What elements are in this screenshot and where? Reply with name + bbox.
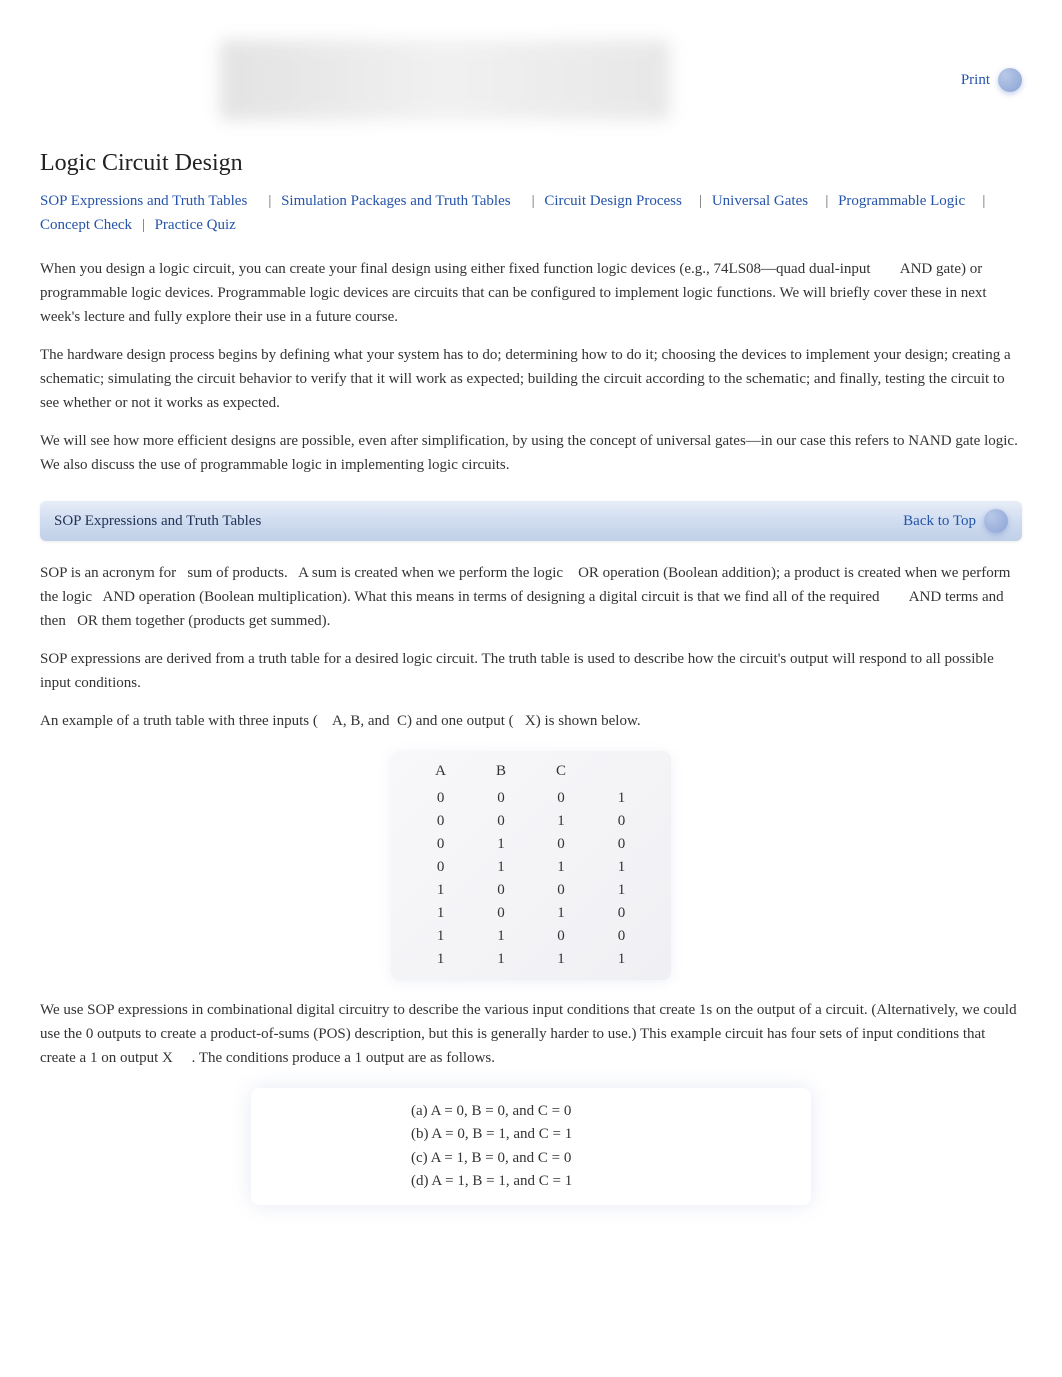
table-row: 0111 (413, 857, 649, 878)
intro-p3: We will see how more efficient designs a… (40, 429, 1022, 477)
table-cell: 1 (594, 949, 649, 970)
table-cell: 1 (594, 788, 649, 809)
intro-p1: When you design a logic circuit, you can… (40, 257, 1022, 329)
nav-practice-quiz[interactable]: Practice Quiz (155, 217, 236, 233)
table-cell: 0 (594, 811, 649, 832)
table-cell: 0 (474, 788, 528, 809)
sop-p3: An example of a truth table with three i… (40, 709, 1022, 733)
nav-circuit-design[interactable]: Circuit Design Process (544, 193, 681, 209)
table-cell: 0 (534, 880, 588, 901)
table-cell: 1 (534, 857, 588, 878)
print-icon[interactable] (998, 68, 1022, 92)
section-title: SOP Expressions and Truth Tables (54, 513, 261, 530)
print-section: Print (961, 68, 1022, 92)
table-cell: 0 (594, 903, 649, 924)
table-cell: 0 (413, 857, 468, 878)
sop-p4: We use SOP expressions in combinational … (40, 998, 1022, 1070)
table-cell: 0 (413, 834, 468, 855)
nav-universal-gates[interactable]: Universal Gates (712, 193, 808, 209)
table-cell: 1 (413, 949, 468, 970)
table-cell: 1 (474, 834, 528, 855)
cond-d: (d) A = 1, B = 1, and C = 1 (291, 1170, 771, 1193)
page-title: Logic Circuit Design (40, 150, 1022, 177)
cond-a: (a) A = 0, B = 0, and C = 0 (291, 1100, 771, 1123)
col-b: B (474, 761, 528, 786)
table-row: 0010 (413, 811, 649, 832)
print-link[interactable]: Print (961, 72, 990, 89)
condition-box: (a) A = 0, B = 0, and C = 0 (b) A = 0, B… (251, 1088, 811, 1205)
table-cell: 0 (534, 834, 588, 855)
back-to-top-link[interactable]: Back to Top (903, 513, 976, 530)
col-a: A (413, 761, 468, 786)
table-row: 1010 (413, 903, 649, 924)
table-cell: 0 (594, 834, 649, 855)
table-cell: 0 (534, 926, 588, 947)
sop-content: SOP is an acronym for sum of products. A… (40, 561, 1022, 733)
nav-programmable-logic[interactable]: Programmable Logic (838, 193, 965, 209)
table-cell: 1 (594, 880, 649, 901)
table-header-row: A B C X (413, 761, 649, 786)
nav-simulation[interactable]: Simulation Packages and Truth Tables (281, 193, 511, 209)
cond-b: (b) A = 0, B = 1, and C = 1 (291, 1123, 771, 1146)
table-cell: 1 (594, 857, 649, 878)
nav-sop[interactable]: SOP Expressions and Truth Tables (40, 193, 247, 209)
table-cell: 0 (474, 811, 528, 832)
table-cell: 1 (413, 926, 468, 947)
table-row: 1111 (413, 949, 649, 970)
intro-p2: The hardware design process begins by de… (40, 343, 1022, 415)
nav-links: SOP Expressions and Truth Tables | Simul… (40, 189, 1022, 237)
table-row: 1001 (413, 880, 649, 901)
header-area: Print (40, 40, 1022, 120)
table-cell: 0 (594, 926, 649, 947)
table-cell: 1 (474, 926, 528, 947)
truth-table: A B C X 00010010010001111001101011001111 (391, 751, 671, 980)
sop-p2: SOP expressions are derived from a truth… (40, 647, 1022, 695)
table-cell: 0 (413, 788, 468, 809)
table-cell: 0 (413, 811, 468, 832)
table-cell: 0 (474, 903, 528, 924)
intro-content: When you design a logic circuit, you can… (40, 257, 1022, 477)
table-row: 1100 (413, 926, 649, 947)
section-header-sop: SOP Expressions and Truth Tables Back to… (40, 501, 1022, 541)
col-c: C (534, 761, 588, 786)
table-cell: 1 (413, 880, 468, 901)
table-cell: 0 (534, 788, 588, 809)
sop-p1: SOP is an acronym for sum of products. A… (40, 561, 1022, 633)
nav-concept-check[interactable]: Concept Check (40, 217, 132, 233)
table-cell: 1 (474, 949, 528, 970)
cond-c: (c) A = 1, B = 0, and C = 0 (291, 1147, 771, 1170)
sop-content-2: We use SOP expressions in combinational … (40, 998, 1022, 1070)
table-row: 0100 (413, 834, 649, 855)
table-cell: 0 (474, 880, 528, 901)
back-to-top-icon[interactable] (984, 509, 1008, 533)
table-cell: 1 (534, 949, 588, 970)
table-cell: 1 (474, 857, 528, 878)
banner-image (220, 40, 670, 120)
table-cell: 1 (534, 811, 588, 832)
table-row: 0001 (413, 788, 649, 809)
table-cell: 1 (413, 903, 468, 924)
table-cell: 1 (534, 903, 588, 924)
